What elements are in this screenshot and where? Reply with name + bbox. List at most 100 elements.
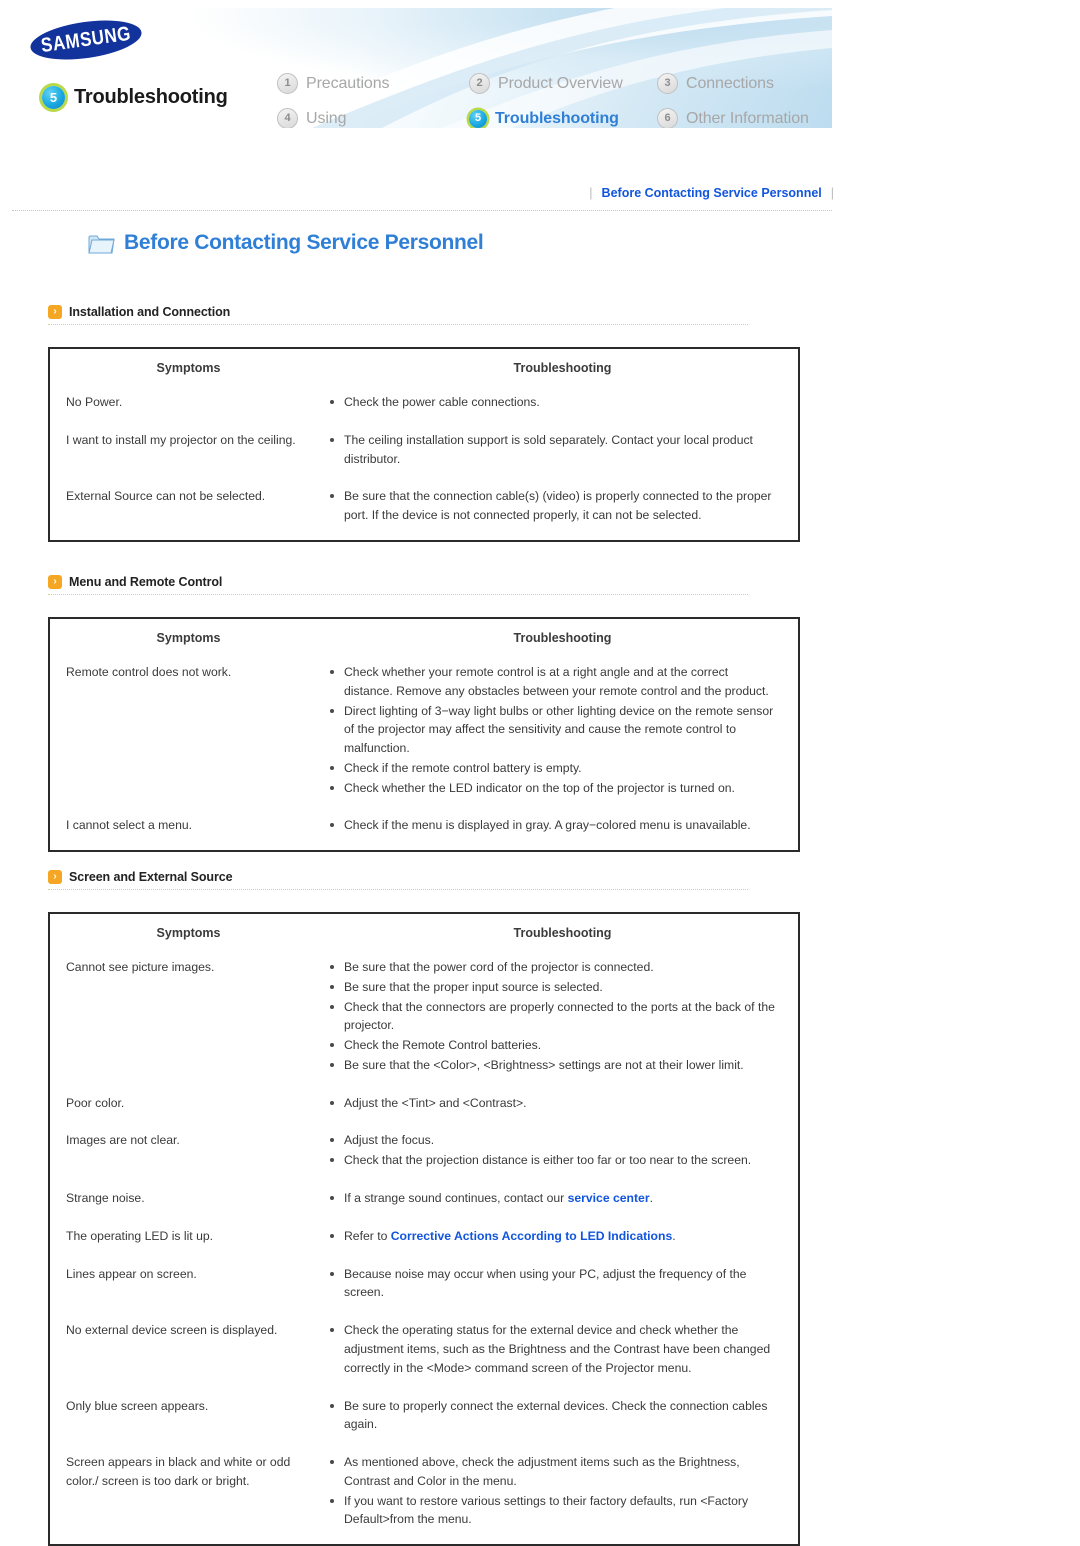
table-row: No external device screen is displayed. C… (50, 1317, 798, 1392)
symptom-cell: Images are not clear. (66, 1133, 180, 1148)
symptom-cell: I cannot select a menu. (66, 818, 193, 833)
nav-number-icon: 1 (277, 73, 298, 94)
fix-text: Refer to (344, 1228, 391, 1243)
fix-list-item: Check the operating status for the exter… (327, 1321, 780, 1377)
fix-list-item: Check whether the LED indicator on the t… (327, 779, 780, 798)
fix-list-item: Be sure that the proper input source is … (327, 978, 780, 997)
table-header-row: Symptoms Troubleshooting (50, 914, 798, 954)
symptom-cell: No Power. (66, 395, 123, 409)
table-header-row: Symptoms Troubleshooting (50, 619, 798, 659)
section-menu-and-remote-control: › Menu and Remote Control Symptoms Troub… (48, 575, 800, 853)
table-row: Lines appear on screen. Because noise may… (50, 1261, 798, 1318)
table-row: The operating LED is lit up. Refer to Cor… (50, 1223, 798, 1261)
banner-section-title: Troubleshooting (74, 86, 228, 108)
fix-text: If you want to restore various settings … (344, 1493, 749, 1527)
chevron-right-icon: › (48, 305, 62, 319)
nav-number-icon: 5 (469, 109, 487, 128)
nav-number-icon: 4 (277, 108, 298, 128)
troubleshooting-cell: Because noise may occur when using your … (327, 1261, 798, 1318)
nav-number-icon: 6 (657, 108, 678, 128)
section-title: Installation and Connection (69, 305, 231, 319)
fix-text: Be sure to properly connect the external… (344, 1398, 768, 1432)
fix-list: Because noise may occur when using your … (327, 1265, 780, 1303)
symptom-cell: I want to install my projector on the ce… (66, 432, 296, 447)
troubleshooting-cell: Refer to Corrective Actions According to… (327, 1223, 798, 1261)
samsung-logo-text: SAMSUNG (39, 22, 133, 57)
troubleshooting-cell: Be sure that the power cord of the proje… (327, 954, 798, 1090)
symptom-cell: No external device screen is displayed. (66, 1323, 278, 1338)
fix-text: Because noise may occur when using your … (344, 1266, 747, 1300)
column-header-troubleshooting: Troubleshooting (513, 361, 612, 375)
troubleshooting-table: Symptoms Troubleshooting Remote control … (48, 617, 800, 853)
fix-text: Check that the projection distance is ei… (344, 1153, 752, 1168)
breadcrumb-separator-left: | (589, 186, 593, 200)
table-row: Remote control does not work. Check wheth… (50, 659, 798, 812)
inline-link[interactable]: Corrective Actions According to LED Indi… (391, 1229, 672, 1243)
nav-label: Using (306, 109, 347, 127)
fix-text: Direct lighting of 3−way light bulbs or … (344, 703, 774, 756)
fix-list-item: Check the power cable connections. (327, 393, 780, 412)
symptom-cell: Only blue screen appears. (66, 1398, 209, 1413)
fix-list-item: Be sure that the power cord of the proje… (327, 958, 780, 977)
fix-text: Check if the menu is displayed in gray. … (344, 818, 751, 833)
fix-list-item: If you want to restore various settings … (327, 1492, 780, 1530)
nav-item-troubleshooting[interactable]: 5 Troubleshooting (469, 109, 657, 128)
fix-list-item: Check if the menu is displayed in gray. … (327, 816, 780, 835)
nav-item-other-information[interactable]: 6 Other Information (657, 108, 809, 128)
table-row: Screen appears in black and white or odd… (50, 1449, 798, 1544)
nav-item-using[interactable]: 4 Using (277, 108, 469, 128)
breadcrumb-current-page[interactable]: Before Contacting Service Personnel (602, 186, 822, 200)
table-row: Images are not clear. Adjust the focus. Ch… (50, 1127, 798, 1185)
nav-label: Troubleshooting (495, 109, 619, 127)
breadcrumb-separator-right: | (830, 186, 834, 200)
fix-text: Check whether the LED indicator on the t… (344, 780, 735, 795)
section-installation-and-connection: › Installation and Connection Symptoms T… (48, 305, 800, 542)
table-row: External Source can not be selected. Be s… (50, 483, 798, 540)
fix-text: Check the Remote Control batteries. (344, 1038, 542, 1053)
troubleshooting-cell: Check the power cable connections. (327, 389, 798, 427)
breadcrumb: | Before Contacting Service Personnel | (589, 186, 834, 200)
section-divider (48, 594, 748, 595)
banner-section-number: 5 (42, 86, 65, 109)
symptom-cell: The operating LED is lit up. (66, 1228, 214, 1243)
fix-list: Adjust the <Tint> and <Contrast>. (327, 1094, 780, 1113)
fix-text: The ceiling installation support is sold… (344, 432, 753, 466)
fix-text: If a strange sound continues, contact ou… (344, 1191, 568, 1206)
troubleshooting-cell: As mentioned above, check the adjustment… (327, 1449, 798, 1544)
table-row: I want to install my projector on the ce… (50, 427, 798, 484)
fix-list: If a strange sound continues, contact ou… (327, 1189, 780, 1208)
chevron-right-icon: › (48, 870, 62, 884)
nav-item-precautions[interactable]: 1 Precautions (277, 73, 469, 94)
page-banner: SAMSUNG 5 Troubleshooting 1 Precautions … (12, 8, 832, 128)
nav-item-connections[interactable]: 3 Connections (657, 73, 809, 94)
table-body: Remote control does not work. Check wheth… (50, 659, 798, 850)
header-nav: 1 Precautions 2 Product Overview 3 Conne… (277, 66, 809, 128)
banner-active-section: 5 Troubleshooting (42, 86, 228, 109)
column-header-troubleshooting: Troubleshooting (513, 926, 612, 940)
troubleshooting-cell: Adjust the focus. Check that the projecti… (327, 1127, 798, 1185)
fix-text: Check the power cable connections. (344, 395, 540, 409)
fix-list-item: The ceiling installation support is sold… (327, 431, 780, 469)
fix-list: The ceiling installation support is sold… (327, 431, 780, 469)
page-title: Before Contacting Service Personnel (88, 231, 484, 255)
column-header-symptoms: Symptoms (156, 631, 221, 645)
nav-item-product-overview[interactable]: 2 Product Overview (469, 73, 657, 94)
nav-label: Precautions (306, 74, 390, 92)
table-row: Cannot see picture images. Be sure that t… (50, 954, 798, 1090)
fix-text: Check if the remote control battery is e… (344, 760, 582, 775)
fix-list-item: Be sure to properly connect the external… (327, 1397, 780, 1435)
table-row: No Power. Check the power cable connectio… (50, 389, 798, 427)
section-screen-and-external-source: › Screen and External Source Symptoms Tr… (48, 870, 800, 1546)
troubleshooting-cell: Check if the menu is displayed in gray. … (327, 812, 798, 850)
troubleshooting-cell: Adjust the <Tint> and <Contrast>. (327, 1090, 798, 1128)
fix-list-item: Check if the remote control battery is e… (327, 759, 780, 778)
inline-link[interactable]: service center (568, 1191, 650, 1205)
fix-text: Be sure that the connection cable(s) (vi… (344, 489, 772, 523)
section-header: › Screen and External Source (48, 870, 800, 889)
nav-number-icon: 2 (469, 73, 490, 94)
troubleshooting-cell: Check whether your remote control is at … (327, 659, 798, 812)
troubleshooting-table: Symptoms Troubleshooting No Power. Check … (48, 347, 800, 542)
nav-label: Connections (686, 74, 774, 92)
section-title: Screen and External Source (69, 870, 233, 884)
troubleshooting-cell: Be sure that the connection cable(s) (vi… (327, 483, 798, 540)
